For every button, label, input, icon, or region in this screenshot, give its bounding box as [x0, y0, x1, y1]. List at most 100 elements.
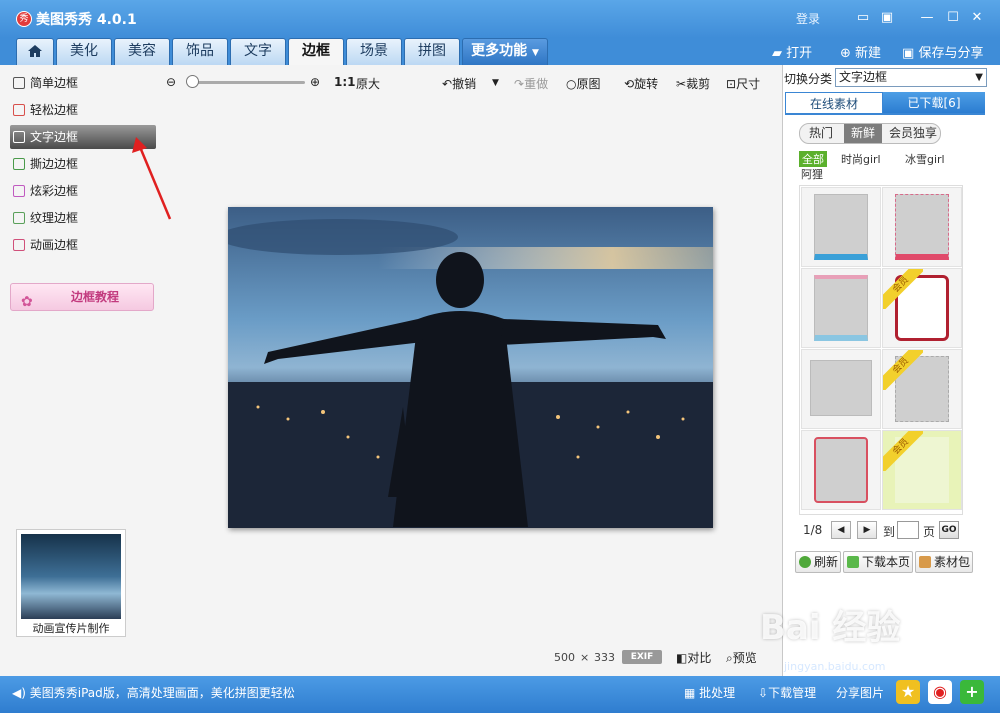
undo-icon: ↶ — [442, 77, 453, 91]
resize-button[interactable]: ⊡尺寸 — [726, 75, 760, 92]
close-button[interactable]: ✕ — [966, 8, 988, 28]
material-thumb[interactable] — [801, 349, 881, 429]
animated-border-icon — [13, 239, 25, 251]
maximize-button[interactable]: ☐ — [942, 8, 964, 28]
more-features-menu[interactable]: 更多功能 ▼ — [462, 38, 548, 65]
member-label: 会员 — [883, 350, 923, 390]
download-page-button[interactable]: 下载本页 — [843, 551, 913, 573]
original-size-button[interactable]: 原大 — [356, 75, 380, 92]
page-unit-label: 页 — [923, 525, 936, 539]
actual-size-ratio[interactable]: 1:1 — [334, 75, 356, 89]
batch-button[interactable]: ▦ 批处理 — [684, 684, 735, 701]
material-pack-button[interactable]: 素材包 — [915, 551, 973, 573]
tutorial-label: 边框教程 — [71, 290, 120, 304]
material-thumb[interactable] — [882, 187, 962, 267]
more-features-label: 更多功能 — [471, 43, 528, 59]
zoom-in-icon[interactable]: ⊕ — [310, 75, 320, 89]
crop-button[interactable]: ✂裁剪 — [676, 75, 710, 92]
sidebar-item-label: 轻松边框 — [30, 103, 79, 117]
member-label: 会员 — [883, 431, 923, 471]
rotate-icon: ⟲ — [624, 77, 635, 91]
undo-dropdown-icon[interactable]: ▼ — [492, 78, 499, 88]
weibo-icon[interactable]: ◉ — [928, 680, 952, 704]
tab-home[interactable] — [16, 38, 54, 65]
material-thumb[interactable] — [801, 430, 881, 510]
promo-card[interactable]: 动画宣传片制作 — [16, 529, 126, 637]
zoom-slider-handle[interactable] — [186, 75, 199, 88]
tab-beauty[interactable]: 美容 — [114, 38, 170, 65]
star-icon[interactable]: ★ — [896, 680, 920, 704]
page-number-input[interactable] — [897, 521, 919, 539]
title-bar: 秀 美图秀秀 4.0.1 登录 ▭ ▣ — ☐ ✕ — [0, 0, 1000, 38]
open-button[interactable]: ▰ 打开 — [772, 42, 812, 61]
category-value: 文字边框 — [839, 70, 888, 84]
photo-canvas[interactable] — [228, 207, 713, 528]
original-image-button[interactable]: ○原图 — [566, 75, 601, 92]
filter-snow-girl[interactable]: 冰雪girl — [905, 151, 945, 167]
material-thumb[interactable] — [801, 268, 881, 348]
home-icon — [28, 45, 42, 57]
image-height: 333 — [594, 651, 615, 664]
pill-hot[interactable]: 热门 — [800, 124, 842, 143]
refresh-icon — [799, 556, 811, 568]
tab-text[interactable]: 文字 — [230, 38, 286, 65]
tab-beautify[interactable]: 美化 — [56, 38, 112, 65]
tab-downloaded[interactable]: 已下载[6] — [883, 92, 985, 114]
save-share-button[interactable]: ▣ 保存与分享 — [902, 42, 983, 61]
crop-label: 裁剪 — [686, 77, 711, 91]
save-icon: ▣ — [902, 46, 915, 61]
magnifier-icon: ⌕ — [726, 651, 733, 665]
next-page-button[interactable]: ▶ — [857, 521, 877, 539]
share-image-button[interactable]: 分享图片 — [836, 684, 884, 701]
text-border-icon — [13, 131, 25, 143]
scissors-icon: ✂ — [676, 77, 687, 91]
goto-label: 到 — [883, 525, 896, 539]
zoom-out-icon[interactable]: ⊖ — [166, 75, 176, 89]
undo-button[interactable]: ↶撤销 — [442, 75, 476, 92]
filter-fashion-girl[interactable]: 时尚girl — [841, 151, 881, 167]
sidebar-item-animated[interactable]: 动画边框 — [10, 233, 156, 257]
download-page-label: 下载本页 — [862, 555, 911, 569]
tab-online-material[interactable]: 在线素材 — [785, 92, 883, 114]
status-message[interactable]: ◀) 美图秀秀iPad版，高清处理画面，美化拼图更轻松 — [12, 684, 295, 701]
filter-ali[interactable]: 阿狸 — [801, 166, 823, 182]
new-label: 新建 — [855, 46, 882, 61]
refresh-button[interactable]: 刷新 — [795, 551, 841, 573]
material-thumb[interactable]: 会员 — [882, 268, 962, 348]
category-select[interactable]: 文字边框 ▼ — [835, 68, 987, 87]
work-area: 简单边框 轻松边框 文字边框 撕边边框 炫彩边框 纹理边框 动画边框 ✿ 边框教… — [0, 65, 1000, 676]
pill-member-only[interactable]: 会员独享 — [884, 124, 940, 143]
material-thumb[interactable]: 会员 — [882, 430, 962, 510]
filter-all[interactable]: 全部 — [799, 151, 827, 167]
login-link[interactable]: 登录 — [796, 10, 820, 27]
image-width: 500 — [554, 651, 575, 664]
prev-page-button[interactable]: ◀ — [831, 521, 851, 539]
tab-collage[interactable]: 拼图 — [404, 38, 460, 65]
minimize-button[interactable]: — — [916, 8, 938, 28]
new-button[interactable]: ⊕ 新建 — [840, 42, 881, 61]
exif-button[interactable]: EXIF — [622, 650, 662, 664]
download-manager-button[interactable]: ⇩下载管理 — [758, 684, 816, 701]
rotate-button[interactable]: ⟲旋转 — [624, 75, 658, 92]
pill-fresh[interactable]: 新鲜 — [844, 124, 882, 143]
redo-button[interactable]: ↷重做 — [514, 75, 548, 92]
add-icon[interactable]: + — [960, 680, 984, 704]
tab-scene[interactable]: 场景 — [346, 38, 402, 65]
sidebar-item-simple[interactable]: 简单边框 — [10, 71, 156, 95]
preview-button[interactable]: ⌕预览 — [726, 649, 757, 666]
go-button[interactable]: GO — [939, 521, 959, 539]
material-thumb[interactable] — [801, 187, 881, 267]
material-thumb[interactable]: 会员 — [882, 349, 962, 429]
border-tutorial-button[interactable]: ✿ 边框教程 — [10, 283, 154, 311]
dimension-separator: × — [580, 651, 590, 664]
refresh-label: 刷新 — [814, 555, 839, 569]
tab-accessories[interactable]: 饰品 — [172, 38, 228, 65]
chevron-down-icon: ▼ — [531, 48, 539, 58]
rotate-label: 旋转 — [634, 77, 659, 91]
compare-button[interactable]: ◧对比 — [676, 649, 711, 666]
tab-border[interactable]: 边框 — [288, 38, 344, 65]
zoom-slider[interactable] — [187, 81, 305, 84]
skin-icon[interactable]: ▣ — [876, 8, 898, 28]
feedback-icon[interactable]: ▭ — [852, 8, 874, 28]
sidebar-item-easy[interactable]: 轻松边框 — [10, 98, 156, 122]
